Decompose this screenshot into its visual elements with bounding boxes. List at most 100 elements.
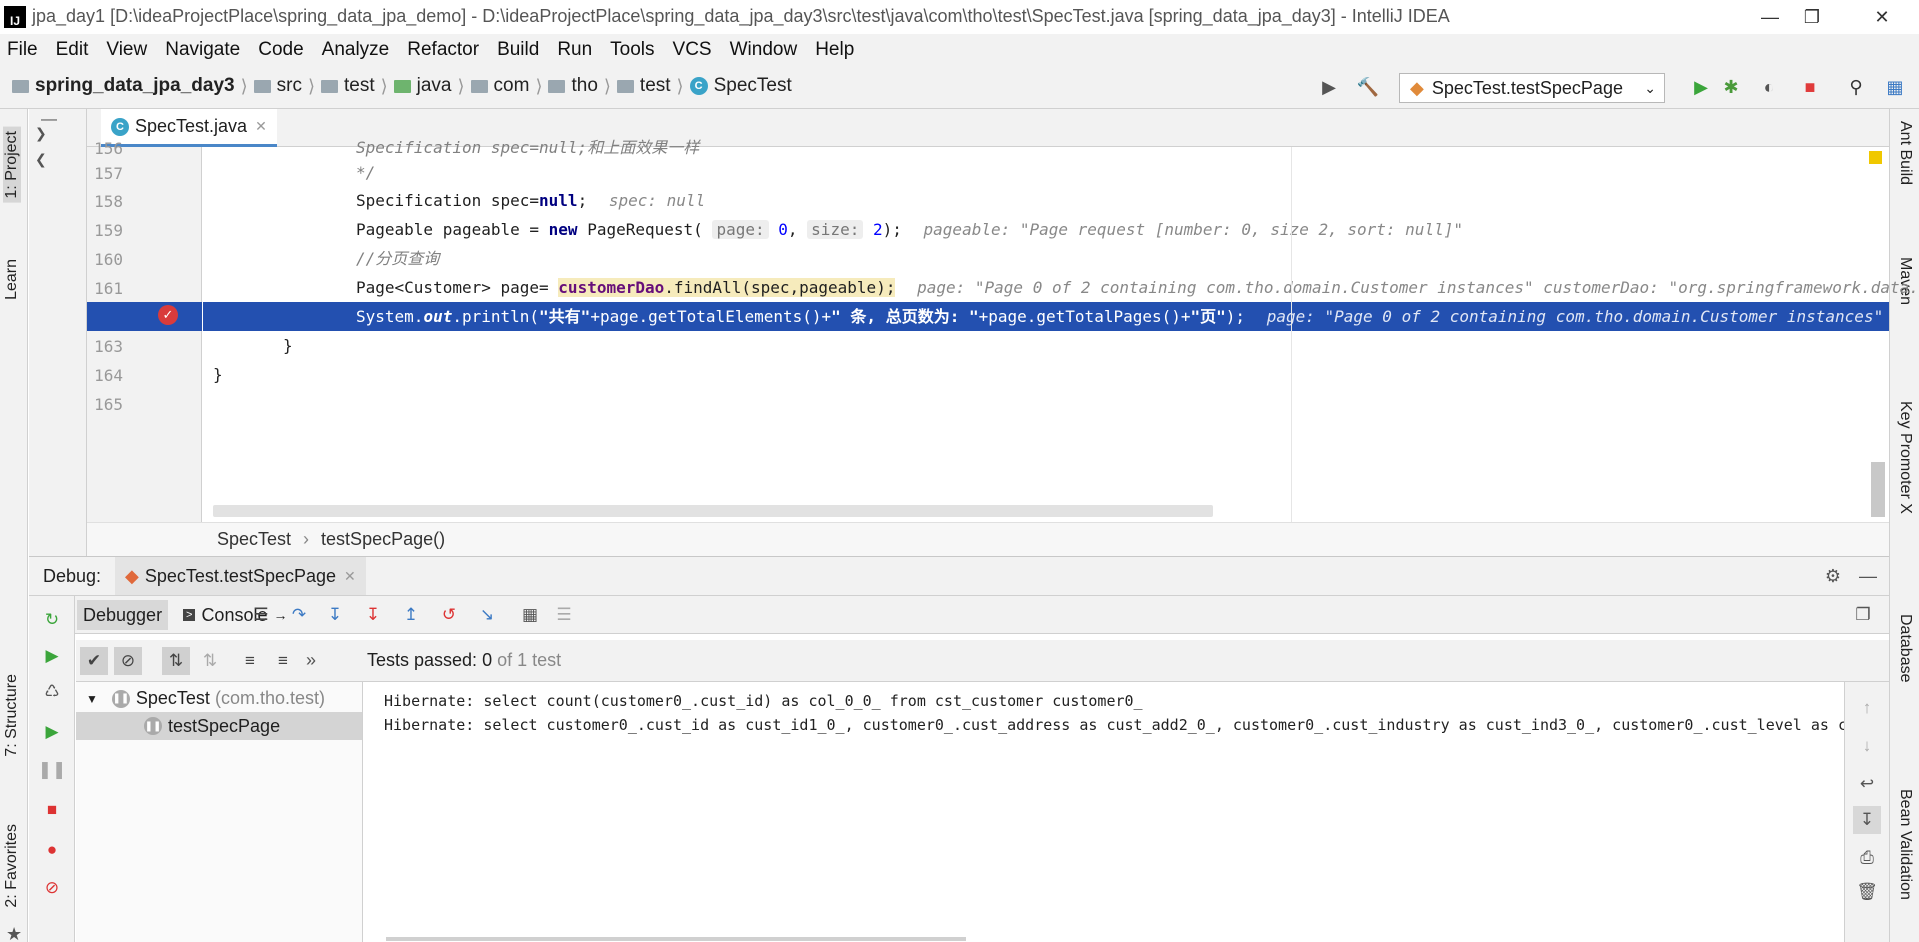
view-breakpoints-icon[interactable]: ● [38,836,66,864]
tool-tab-key-promoter[interactable]: Key Promoter X [1896,401,1914,514]
up-arrow-icon[interactable]: ↑ [1853,694,1881,722]
drop-frame-icon[interactable]: ↺ [435,601,463,629]
menu-code[interactable]: Code [258,34,303,66]
down-arrow-icon[interactable]: ↓ [1853,732,1881,760]
stop-icon[interactable]: ■ [1799,76,1821,98]
crumb-com[interactable]: com [470,75,529,97]
tab-spectest-java[interactable]: C SpecTest.java ✕ [101,109,277,147]
breakpoint-icon[interactable]: ✓ [158,305,178,325]
tree-item-testspecpage[interactable]: ❚❚ testSpecPage [76,712,362,740]
crumb-java[interactable]: java [393,75,452,97]
run-config-select[interactable]: ◆ SpecTest.testSpecPage ⌄ [1399,73,1665,103]
chevron-down-icon: ⌄ [1644,79,1656,96]
tool-tab-learn[interactable]: Learn [3,259,21,300]
horizontal-scrollbar[interactable] [213,505,1213,517]
menu-refactor[interactable]: Refactor [407,34,479,66]
clear-trash-icon[interactable]: 🗑 [1853,878,1881,906]
console-output[interactable]: Hibernate: select count(customer0_.cust_… [364,682,1847,942]
sort-duration-icon[interactable]: ⇅ [196,647,224,675]
crumb-project[interactable]: spring_data_jpa_day3 [12,75,235,97]
search-icon[interactable]: ⚲ [1845,76,1867,98]
menu-file[interactable]: File [7,34,38,66]
right-margin-guide [1291,147,1292,522]
warning-indicator-icon[interactable] [1869,151,1882,164]
menu-edit[interactable]: Edit [56,34,89,66]
hide-panel-icon[interactable]: — [1859,566,1877,587]
force-step-into-icon[interactable]: ↧ [359,601,387,629]
sort-alpha-icon[interactable]: ⇅ [162,647,190,675]
crumb-test-pkg[interactable]: test [616,75,671,97]
print-icon[interactable]: ⎙ [1853,844,1881,872]
minimize-icon[interactable]: — [1750,4,1790,30]
step-over-icon[interactable]: ↷ [285,601,313,629]
trace-icon[interactable]: ☰ [550,601,578,629]
rerun-failed-icon[interactable]: ▶ [38,642,66,670]
tab-debugger[interactable]: Debugger [77,600,169,630]
tool-tab-project[interactable]: 1: Project [3,127,21,203]
code-line-158: Specification spec=null; spec: null [356,191,706,210]
menu-view[interactable]: View [106,34,147,66]
menu-lines-icon[interactable]: ☰ [247,601,275,629]
collapse-arrow-icon[interactable]: ❮ [35,151,47,168]
debug-bug-icon[interactable]: ✱ [1720,76,1742,98]
tree-item-spectest[interactable]: ▼ ❚❚ SpecTest (com.tho.test) [86,688,325,709]
console-icon: > [183,609,196,621]
crumb-test[interactable]: test [320,75,375,97]
mute-breakpoints-icon[interactable]: ⊘ [38,874,66,902]
collapse-all-icon[interactable]: ≡ [269,647,297,675]
test-paused-icon: ❚❚ [144,717,162,735]
build-hammer-icon[interactable]: 🔨 [1357,76,1379,98]
tool-tab-ant[interactable]: Ant Build [1896,121,1914,185]
toggle-auto-test-icon[interactable]: ♺ [38,678,66,706]
run-anything-icon[interactable]: ▶ [1318,76,1340,98]
tab-console[interactable]: > Console → [177,600,293,630]
close-icon[interactable]: ✕ [1862,4,1902,30]
tool-tab-bean-validation[interactable]: Bean Validation [1896,789,1914,900]
close-tab-icon[interactable]: ✕ [344,568,356,585]
menu-build[interactable]: Build [497,34,539,66]
expand-all-icon[interactable]: ≡ [236,647,264,675]
debug-session-tab[interactable]: ◆ SpecTest.testSpecPage ✕ [115,557,366,595]
chevron-right-icon: › [303,529,310,549]
run-to-cursor-icon[interactable]: ↘ [473,601,501,629]
tool-tab-database[interactable]: Database [1896,614,1914,683]
pause-icon[interactable]: ❚❚ [38,756,67,784]
code-editor[interactable]: Specification spec=null;和上面效果一样 */ Speci… [203,138,1919,522]
hide-panel-icon[interactable]: — [41,111,57,129]
vertical-scrollbar[interactable] [1871,462,1885,517]
step-out-icon[interactable]: ↥ [397,601,425,629]
more-icon[interactable]: » [306,650,316,671]
project-structure-icon[interactable]: ▦ [1884,76,1906,98]
crumb-method[interactable]: testSpecPage() [321,529,445,550]
crumb-tho[interactable]: tho [548,75,598,97]
menu-tools[interactable]: Tools [610,34,654,66]
close-tab-icon[interactable]: ✕ [255,118,267,135]
soft-wrap-icon[interactable]: ↩ [1853,770,1881,798]
menu-help[interactable]: Help [815,34,854,66]
run-icon[interactable]: ▶ [1690,76,1712,98]
crumb-src[interactable]: src [253,75,302,97]
resume-icon[interactable]: ▶ [38,718,66,746]
gear-icon[interactable]: ⚙ [1825,566,1841,587]
restore-layout-icon[interactable]: ❐ [1849,601,1877,629]
menu-window[interactable]: Window [730,34,798,66]
crumb-spectest[interactable]: C SpecTest [689,75,792,97]
coverage-icon[interactable]: ◐ [1758,76,1780,98]
menu-vcs[interactable]: VCS [673,34,712,66]
restore-icon[interactable]: ❐ [1792,4,1832,30]
window-title: jpa_day1 [D:\ideaProjectPlace\spring_dat… [32,6,1450,26]
menu-run[interactable]: Run [557,34,592,66]
show-passed-icon[interactable]: ✔ [80,647,108,675]
evaluate-icon[interactable]: ▦ [516,601,544,629]
console-horizontal-scrollbar[interactable] [386,937,966,941]
menu-navigate[interactable]: Navigate [165,34,240,66]
show-ignored-icon[interactable]: ⊘ [114,647,142,675]
tool-tab-structure[interactable]: 7: Structure [3,674,21,757]
step-into-icon[interactable]: ↧ [321,601,349,629]
stop-icon[interactable]: ■ [38,796,66,824]
scroll-to-end-icon[interactable]: ↧ [1853,806,1881,834]
rerun-icon[interactable]: ↻ [38,606,66,634]
tool-tab-favorites[interactable]: 2: Favorites [3,824,21,908]
menu-analyze[interactable]: Analyze [322,34,390,66]
crumb-class[interactable]: SpecTest [217,529,291,550]
